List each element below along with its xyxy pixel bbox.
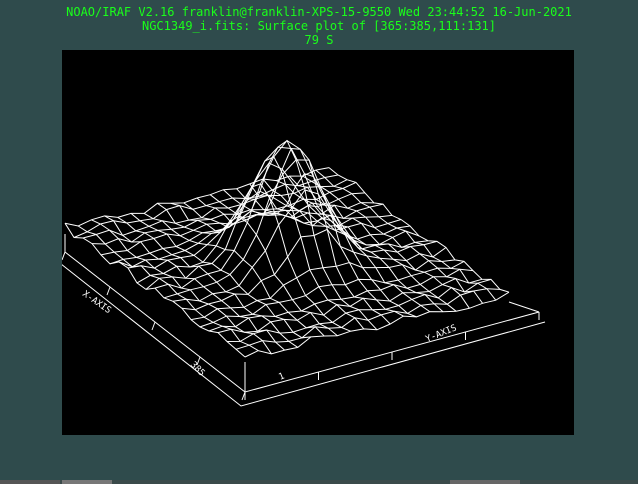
surface-mesh: [64, 139, 510, 358]
header-plot-title: NGC1349_i.fits: Surface plot of [365:385…: [141, 19, 496, 33]
header-system-line: NOAO/IRAF V2.16 franklin@franklin-XPS-15…: [66, 5, 572, 19]
taskbar-strip: [0, 480, 638, 484]
mesh-line-v: [117, 216, 299, 348]
base-edge-right: [508, 301, 540, 313]
mesh-line-u: [235, 288, 501, 350]
mesh-line-u: [244, 291, 510, 358]
mesh-line-v: [91, 219, 272, 355]
x-tick: [61, 251, 66, 261]
y-start-label: 385: [188, 360, 207, 379]
iraf-graphics-window: NOAO/IRAF V2.16 franklin@franklin-XPS-15…: [0, 0, 638, 484]
mesh-line-u: [217, 277, 483, 334]
surface-plot: 365 385 X-AXIS Y-AXIS 1 1: [8, 139, 602, 407]
mesh-line-u: [208, 268, 474, 332]
surface-base-frame: [60, 234, 546, 407]
mesh-line-v: [143, 212, 325, 337]
base-frame-inner: [64, 251, 540, 393]
header-plot-subtitle: 79 S: [304, 33, 334, 47]
x-tick: [106, 286, 111, 296]
base-frame-outer: [60, 263, 546, 407]
mesh-line-u: [82, 179, 348, 239]
plot-canvas: 365 385 X-AXIS Y-AXIS 1 1: [8, 50, 602, 435]
y-axis-label: Y-AXIS: [424, 323, 458, 344]
x-tick: [151, 321, 156, 331]
y-end-label: 1: [277, 371, 286, 382]
